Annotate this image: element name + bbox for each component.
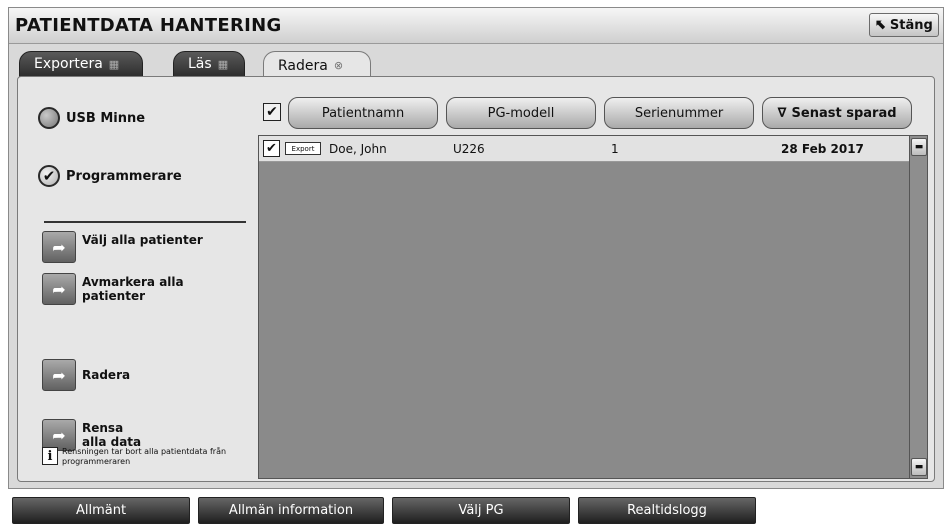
close-button[interactable]: ⬉ Stäng [869, 13, 939, 37]
radio-programmer-label: Programmerare [66, 168, 182, 184]
scroll-down-icon[interactable]: ▬ [911, 458, 927, 476]
delete-label: Radera [82, 368, 131, 382]
radio-usb-label: USB Minne [66, 110, 146, 126]
radio-usb-memory[interactable]: USB Minne [38, 107, 145, 129]
grid-icon: ▦ [108, 57, 120, 71]
divider [44, 221, 246, 223]
deselect-all-label: Avmarkera alla patienter [82, 275, 184, 303]
clear-icon: ⊗ [333, 59, 344, 72]
tab-delete-label: Radera [278, 57, 328, 74]
arrow-right-icon: ➦ [42, 273, 76, 305]
nav-realtime-log[interactable]: Realtidslogg [578, 497, 756, 524]
radio-checked-icon: ✔ [38, 165, 60, 187]
content-panel: USB Minne ✔ Programmerare ➦ Välj alla pa… [17, 76, 935, 482]
info-icon: i [42, 447, 58, 465]
table-row[interactable]: ✔ Export Doe, John U226 1 28 Feb 2017 [259, 136, 909, 162]
close-button-label: Stäng [889, 17, 933, 33]
scroll-up-icon[interactable]: ▬ [911, 138, 927, 156]
nav-general-information[interactable]: Allmän information [198, 497, 384, 524]
patient-table: ✔ Patientnamn PG-modell Serienummer ∇ Se… [258, 89, 928, 479]
column-header-serial-number[interactable]: Serienummer [604, 97, 754, 129]
sort-descending-icon: ∇ [777, 105, 787, 121]
tab-delete[interactable]: Radera ⊗ [263, 51, 371, 79]
column-header-last-saved[interactable]: ∇ Senast sparad [762, 97, 912, 129]
title-bar: PATIENTDATA HANTERING ⬉ Stäng [9, 8, 943, 44]
tab-export[interactable]: Exportera ▦ [19, 51, 143, 77]
export-badge: Export [285, 142, 321, 155]
select-all-checkbox[interactable]: ✔ [263, 103, 281, 121]
row-checkbox[interactable]: ✔ [263, 140, 280, 157]
cell-last-saved: 28 Feb 2017 [781, 142, 864, 156]
arrow-right-icon: ➦ [42, 231, 76, 263]
info-note: i Rensningen tar bort alla patientdata f… [42, 447, 262, 467]
radio-programmer[interactable]: ✔ Programmerare [38, 165, 182, 187]
tab-read[interactable]: Läs ▦ [173, 51, 245, 77]
select-all-patients-button[interactable]: ➦ Välj alla patienter [42, 231, 212, 263]
arrow-right-icon: ➦ [42, 359, 76, 391]
nav-select-pg[interactable]: Välj PG [392, 497, 570, 524]
select-all-label: Välj alla patienter [82, 233, 203, 247]
window-title: PATIENTDATA HANTERING [15, 15, 282, 36]
delete-button[interactable]: ➦ Radera [42, 359, 212, 391]
radio-unselected-icon [38, 107, 60, 129]
column-header-patient-name[interactable]: Patientnamn [288, 97, 438, 129]
column-header-pg-model[interactable]: PG-modell [446, 97, 596, 129]
tab-export-label: Exportera [34, 56, 103, 72]
deselect-all-patients-button[interactable]: ➦ Avmarkera alla patienter [42, 273, 212, 305]
nav-general[interactable]: Allmänt [12, 497, 190, 524]
vertical-scrollbar[interactable]: ▬ ▬ [909, 136, 927, 478]
patient-list: ✔ Export Doe, John U226 1 28 Feb 2017 ▬ … [258, 135, 928, 479]
patient-data-window: PATIENTDATA HANTERING ⬉ Stäng Exportera … [8, 7, 944, 489]
info-text: Rensningen tar bort alla patientdata frå… [62, 447, 227, 466]
cell-pg-model: U226 [453, 142, 485, 156]
cursor-arrow-icon: ⬉ [875, 17, 887, 33]
clear-all-label: Rensa alla data [82, 421, 142, 449]
grid-icon: ▦ [217, 57, 229, 71]
cell-patient-name: Doe, John [329, 142, 387, 156]
cell-serial-number: 1 [611, 142, 619, 156]
tab-read-label: Läs [188, 56, 212, 72]
